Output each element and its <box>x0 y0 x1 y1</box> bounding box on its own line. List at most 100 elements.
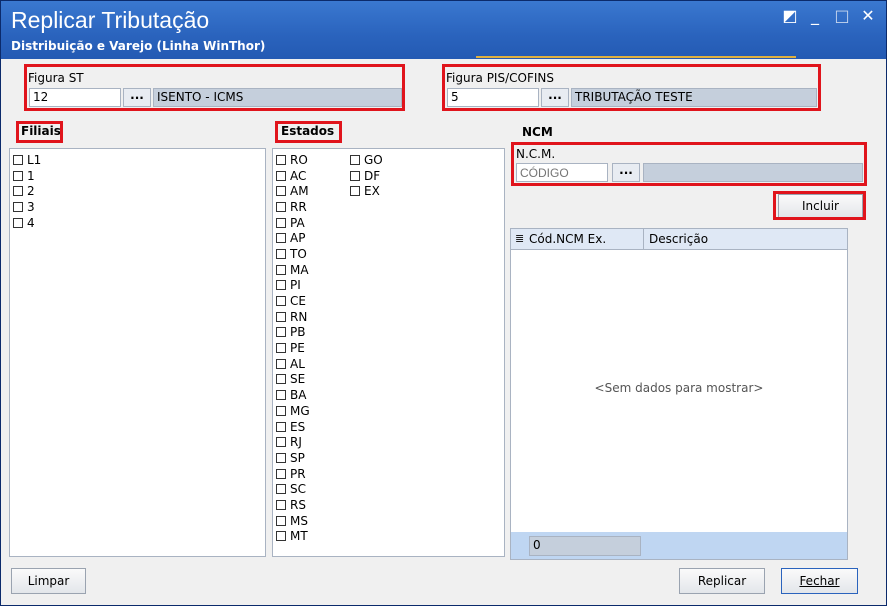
checkbox-icon[interactable] <box>276 468 286 479</box>
maximize-icon[interactable]: □ <box>831 5 853 27</box>
estado-checkbox[interactable]: RN <box>276 309 310 325</box>
grid-footer: 0 <box>511 532 847 559</box>
checkbox-icon[interactable] <box>276 531 286 542</box>
estado-checkbox[interactable]: DF <box>350 168 383 184</box>
close-icon[interactable]: ✕ <box>857 5 879 27</box>
filial-checkbox[interactable]: 2 <box>13 183 41 199</box>
estado-checkbox[interactable]: SP <box>276 450 310 466</box>
estado-checkbox[interactable]: AL <box>276 356 310 372</box>
close-button[interactable]: Fechar <box>781 568 858 594</box>
filial-checkbox[interactable]: 4 <box>13 215 41 231</box>
estados-column-2: GO DF EX <box>350 152 383 199</box>
checkbox-icon[interactable] <box>276 233 286 244</box>
estado-label: SP <box>290 450 305 465</box>
filial-checkbox[interactable]: 1 <box>13 168 41 184</box>
estado-label: TO <box>290 246 307 261</box>
checkbox-icon[interactable] <box>276 499 286 510</box>
checkbox-icon[interactable] <box>276 311 286 322</box>
window-title: Replicar Tributação <box>11 7 210 33</box>
checkbox-icon[interactable] <box>276 343 286 354</box>
estado-checkbox[interactable]: MA <box>276 262 310 278</box>
checkbox-icon[interactable] <box>276 201 286 212</box>
checkbox-icon[interactable] <box>13 154 23 165</box>
estado-label: MA <box>290 262 309 277</box>
estado-checkbox[interactable]: PB <box>276 325 310 341</box>
replicate-button[interactable]: Replicar <box>679 568 765 594</box>
estado-checkbox[interactable]: PR <box>276 466 310 482</box>
estado-checkbox[interactable]: MT <box>276 529 310 545</box>
grid-menu-icon[interactable]: ≣ <box>515 232 524 245</box>
estados-list: RO AC AM RR PA AP TO MA PI CE RN PB PE AL SE BA MG ES RJ SP… <box>272 148 505 557</box>
filial-checkbox[interactable]: L1 <box>13 152 41 168</box>
checkbox-icon[interactable] <box>276 515 286 526</box>
highlight-estados <box>275 121 342 143</box>
checkbox-icon[interactable] <box>350 170 360 181</box>
checkbox-icon[interactable] <box>350 154 360 165</box>
checkbox-icon[interactable] <box>276 296 286 307</box>
highlight-filiais <box>16 121 63 143</box>
estado-checkbox[interactable]: SE <box>276 372 310 388</box>
clear-button[interactable]: Limpar <box>11 568 86 594</box>
estado-checkbox[interactable]: GO <box>350 152 383 168</box>
checkbox-icon[interactable] <box>276 170 286 181</box>
checkbox-icon[interactable] <box>350 186 360 197</box>
estado-checkbox[interactable]: AP <box>276 230 310 246</box>
estado-label: AC <box>290 168 307 183</box>
estado-checkbox[interactable]: RO <box>276 152 310 168</box>
checkbox-icon[interactable] <box>13 170 23 181</box>
column-descricao[interactable]: Descrição <box>649 232 708 246</box>
checkbox-icon[interactable] <box>276 484 286 495</box>
form-body: Figura ST 12 ... ISENTO - ICMS Figura PI… <box>1 59 886 605</box>
grid-count: 0 <box>529 536 641 556</box>
estados-column-1: RO AC AM RR PA AP TO MA PI CE RN PB PE AL SE BA MG ES RJ SP… <box>276 152 310 544</box>
checkbox-icon[interactable] <box>276 358 286 369</box>
estado-checkbox[interactable]: PI <box>276 278 310 294</box>
checkbox-icon[interactable] <box>13 186 23 197</box>
estado-checkbox[interactable]: RS <box>276 497 310 513</box>
checkbox-icon[interactable] <box>276 217 286 228</box>
estado-label: MT <box>290 529 308 544</box>
estado-label: ES <box>290 419 306 434</box>
checkbox-icon[interactable] <box>276 421 286 432</box>
checkbox-icon[interactable] <box>13 201 23 212</box>
column-ncm[interactable]: Cód.NCM Ex. <box>529 232 606 246</box>
estado-checkbox[interactable]: ES <box>276 419 310 435</box>
estado-checkbox[interactable]: RJ <box>276 434 310 450</box>
checkbox-icon[interactable] <box>276 437 286 448</box>
estado-label: CE <box>290 294 306 309</box>
checkbox-icon[interactable] <box>276 405 286 416</box>
checkbox-icon[interactable] <box>13 217 23 228</box>
checkbox-icon[interactable] <box>276 374 286 385</box>
checkbox-icon[interactable] <box>276 248 286 259</box>
checkbox-icon[interactable] <box>276 327 286 338</box>
checkbox-icon[interactable] <box>276 280 286 291</box>
filial-checkbox[interactable]: 3 <box>13 199 41 215</box>
estado-checkbox[interactable]: TO <box>276 246 310 262</box>
ncm-grid: ≣ Cód.NCM Ex. Descrição <Sem dados para … <box>510 228 848 560</box>
restore-icon[interactable]: ◩ <box>779 5 801 27</box>
estado-checkbox[interactable]: RR <box>276 199 310 215</box>
checkbox-icon[interactable] <box>276 186 286 197</box>
estado-label: PI <box>290 278 301 293</box>
highlight-include <box>773 191 866 220</box>
estado-checkbox[interactable]: BA <box>276 387 310 403</box>
checkbox-icon[interactable] <box>276 452 286 463</box>
estado-checkbox[interactable]: CE <box>276 293 310 309</box>
estado-checkbox[interactable]: EX <box>350 183 383 199</box>
title-accent <box>476 56 796 58</box>
estado-label: PA <box>290 215 305 230</box>
checkbox-icon[interactable] <box>276 264 286 275</box>
checkbox-icon[interactable] <box>276 154 286 165</box>
minimize-icon[interactable]: _ <box>804 5 826 27</box>
estado-checkbox[interactable]: SC <box>276 481 310 497</box>
estado-checkbox[interactable]: MS <box>276 513 310 529</box>
estado-checkbox[interactable]: AM <box>276 183 310 199</box>
filial-label: 1 <box>27 168 35 183</box>
filiais-checkbox-column: L1 1 2 3 4 <box>13 152 41 230</box>
estado-checkbox[interactable]: PE <box>276 340 310 356</box>
highlight-figura-st <box>24 64 405 111</box>
checkbox-icon[interactable] <box>276 390 286 401</box>
estado-checkbox[interactable]: MG <box>276 403 310 419</box>
estado-checkbox[interactable]: AC <box>276 168 310 184</box>
estado-checkbox[interactable]: PA <box>276 215 310 231</box>
